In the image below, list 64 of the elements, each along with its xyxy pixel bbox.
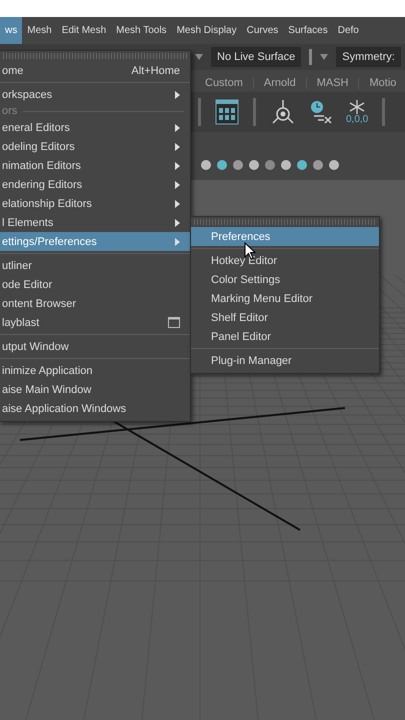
menubar-item[interactable]: Defo (332, 17, 364, 44)
submenu-arrow-icon (175, 162, 180, 170)
viewport-tool-icon[interactable] (200, 159, 212, 171)
pivot-icon[interactable] (270, 99, 296, 125)
snowflake-icon[interactable] (348, 100, 366, 114)
viewport-tool-icon[interactable] (232, 159, 244, 171)
menu-item[interactable]: ode Editor (0, 275, 190, 294)
menu-item[interactable]: Color Settings (191, 270, 379, 289)
menu-item[interactable]: eneral Editors (0, 118, 190, 137)
menu-item[interactable]: elationship Editors (0, 194, 190, 213)
shelf-tab[interactable]: Motio (359, 77, 405, 89)
submenu-arrow-icon (175, 90, 180, 98)
menu-item[interactable]: aise Application Windows (0, 399, 190, 418)
menu-item[interactable]: orkspaces (0, 85, 190, 104)
menubar-item[interactable]: Edit Mesh (56, 17, 112, 44)
caret-icon (320, 54, 328, 60)
menu-item[interactable]: inimize Application (0, 361, 190, 380)
viewport-tool-icon[interactable] (312, 159, 324, 171)
submenu-arrow-icon (175, 180, 180, 188)
menubar-item[interactable]: Curves (242, 17, 284, 44)
viewport-tool-icon[interactable] (216, 159, 228, 171)
menubar-item[interactable]: ws (0, 17, 22, 44)
menu-item[interactable]: endering Editors (0, 175, 190, 194)
menu-item[interactable]: Hotkey Editor (191, 251, 379, 270)
menu-item[interactable]: Plug-in Manager (191, 351, 379, 370)
menubar-item[interactable]: Surfaces (283, 17, 333, 44)
shelf-tab[interactable]: Custom (195, 77, 254, 89)
menu-item[interactable]: aise Main Window (0, 380, 190, 399)
menu-item[interactable]: utput Window (0, 337, 190, 356)
shelf-tab[interactable]: Arnold (254, 77, 307, 89)
menu-item[interactable]: Preferences (191, 227, 379, 246)
menu-item[interactable]: nimation Editors (0, 156, 190, 175)
symmetry-dropdown[interactable]: Symmetry: (336, 47, 401, 67)
menu-item[interactable]: Panel Editor (191, 327, 379, 346)
viewport-tool-icon[interactable] (280, 159, 292, 171)
menu-item[interactable]: utliner (0, 256, 190, 275)
viewport-tool-icon[interactable] (264, 159, 276, 171)
menu-item[interactable]: ettings/Preferences (0, 232, 190, 251)
freeze-coord-label: 0,0,0 (346, 114, 368, 124)
viewport-tool-icon[interactable] (296, 159, 308, 171)
menubar-item[interactable]: Mesh Display (172, 17, 242, 44)
caret-icon (195, 54, 203, 60)
submenu-arrow-icon (175, 200, 180, 208)
menu-item[interactable]: Shelf Editor (191, 308, 379, 327)
option-box-icon (168, 317, 180, 328)
menu-item[interactable]: ontent Browser (0, 294, 190, 313)
viewport-tool-icon[interactable] (248, 159, 260, 171)
section-label: ors (2, 105, 18, 117)
clock-clear-icon[interactable] (310, 100, 332, 124)
menu-item[interactable]: odeling Editors (0, 137, 190, 156)
submenu-arrow-icon (175, 142, 180, 150)
menu-item[interactable]: Marking Menu Editor (191, 289, 379, 308)
grid-window-icon[interactable] (215, 99, 239, 125)
live-surface-dropdown[interactable]: No Live Surface (211, 47, 302, 67)
submenu-arrow-icon (175, 218, 180, 226)
menu-item[interactable]: l Elements (0, 213, 190, 232)
menu-item[interactable]: ome Alt+Home (0, 61, 190, 80)
menubar-item[interactable]: Mesh (22, 17, 57, 44)
shelf-tab[interactable]: MASH (306, 77, 360, 89)
submenu-arrow-icon (175, 238, 180, 246)
submenu-arrow-icon (175, 124, 180, 132)
viewport-tool-icon[interactable] (328, 159, 340, 171)
menu-item[interactable]: layblast (0, 313, 190, 332)
menubar-item[interactable]: Mesh Tools (111, 17, 172, 44)
